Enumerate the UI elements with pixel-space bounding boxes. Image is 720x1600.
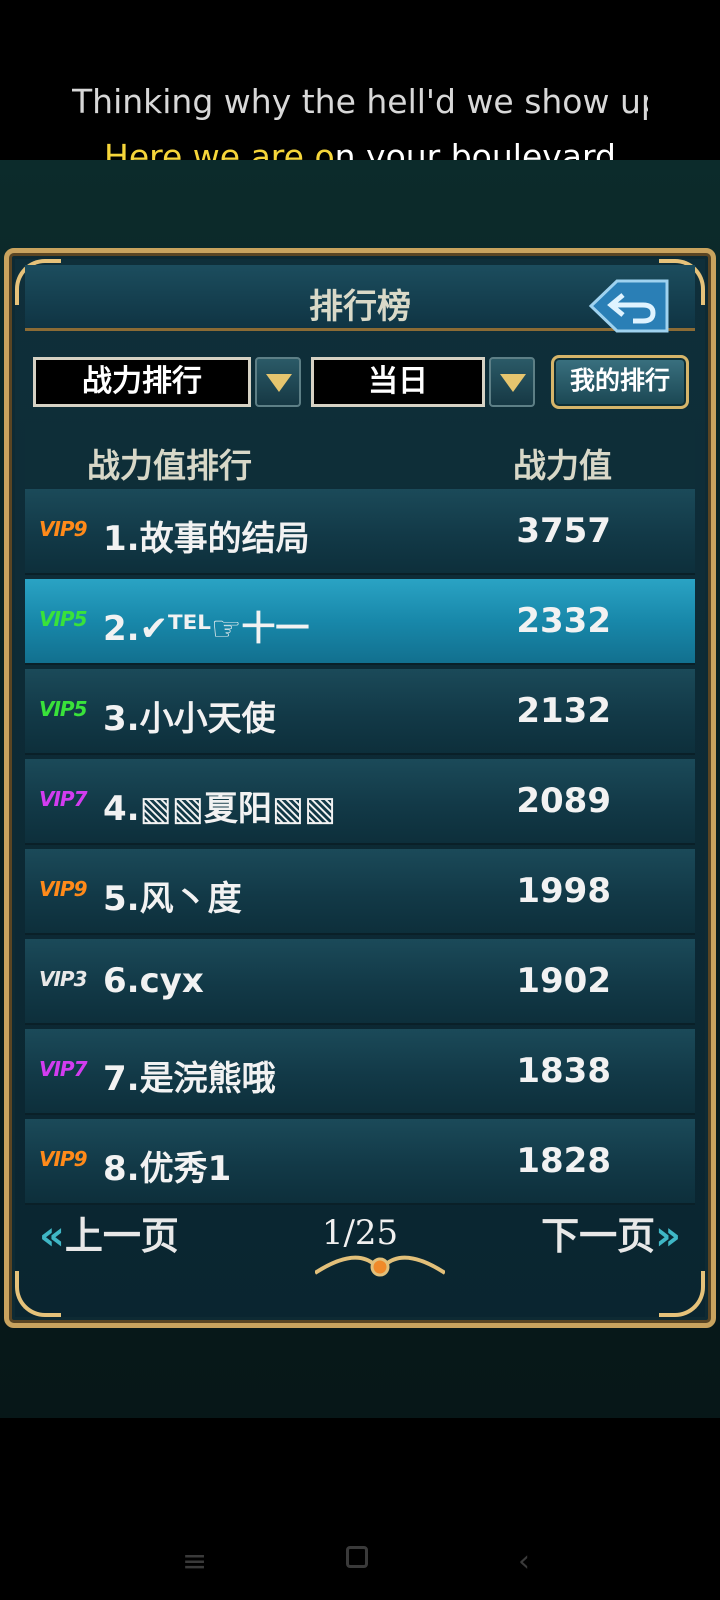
power-value: 1998: [516, 871, 611, 911]
power-value: 2332: [516, 601, 611, 641]
header-power: 战力值: [513, 446, 612, 485]
system-nav-bar: ≡ ‹: [0, 1418, 720, 1600]
ranking-row[interactable]: VIP7 4.▧▧夏阳▧▧ 2089: [25, 759, 695, 845]
ranking-row[interactable]: VIP7 7.是浣熊哦 1838: [25, 1029, 695, 1115]
power-value: 1838: [516, 1051, 611, 1091]
ranking-row[interactable]: VIP3 6.cyx 1902: [25, 939, 695, 1025]
header-rank: 战力值排行: [87, 446, 252, 485]
player-name: 5.风丶度: [103, 879, 242, 919]
gold-ornament-icon: [315, 1255, 445, 1277]
vip-badge: VIP9: [39, 517, 87, 541]
ranking-row[interactable]: VIP5 3.小小天使 2132: [25, 669, 695, 755]
player-name: 2.✔ᵀᴱᴸ☞十一: [103, 609, 310, 649]
lyric-line-1: Thinking why the hell'd we show up: [0, 82, 720, 121]
power-value: 1902: [516, 961, 611, 1001]
power-value: 2132: [516, 691, 611, 731]
ranking-row[interactable]: VIP9 5.风丶度 1998: [25, 849, 695, 935]
period-dropdown[interactable]: 当日: [311, 357, 485, 407]
player-name: 6.cyx: [103, 961, 204, 1001]
back-arrow-icon: [588, 279, 669, 333]
player-name: 1.故事的结局: [103, 519, 310, 559]
vip-badge: VIP7: [39, 1057, 87, 1081]
double-chevron-right-icon: »: [655, 1213, 681, 1259]
back-icon[interactable]: ‹: [518, 1544, 530, 1579]
back-arrow-button[interactable]: [587, 277, 671, 335]
vip-badge: VIP5: [39, 697, 87, 721]
player-name: 7.是浣熊哦: [103, 1059, 276, 1099]
home-icon[interactable]: [346, 1546, 368, 1568]
period-dropdown-arrow[interactable]: [489, 357, 535, 407]
ranking-row[interactable]: VIP5 2.✔ᵀᴱᴸ☞十一 2332: [25, 579, 695, 665]
corner-ornament: [659, 1271, 705, 1317]
vip-badge: VIP5: [39, 607, 87, 631]
vip-badge: VIP3: [39, 967, 87, 991]
category-dropdown[interactable]: 战力排行: [33, 357, 251, 407]
ranking-row[interactable]: VIP9 1.故事的结局 3757: [25, 489, 695, 575]
my-rank-button[interactable]: 我的排行: [551, 355, 689, 409]
vip-badge: VIP9: [39, 877, 87, 901]
leaderboard-panel: 排行榜 战力排行 当日 我的排行 战力值排行 战力值 VIP9 1.故事的结局 …: [4, 248, 716, 1328]
triangle-down-icon: [266, 374, 292, 392]
power-value: 3757: [516, 511, 611, 551]
vip-badge: VIP9: [39, 1147, 87, 1171]
category-dropdown-arrow[interactable]: [255, 357, 301, 407]
menu-icon[interactable]: ≡: [182, 1544, 207, 1579]
corner-ornament: [15, 1271, 61, 1317]
vip-badge: VIP7: [39, 787, 87, 811]
power-value: 2089: [516, 781, 611, 821]
triangle-down-icon: [500, 374, 526, 392]
ranking-list: VIP9 1.故事的结局 3757 VIP5 2.✔ᵀᴱᴸ☞十一 2332 VI…: [25, 489, 695, 1209]
player-name: 8.优秀1: [103, 1149, 232, 1189]
next-page-label: 下一页: [541, 1214, 656, 1258]
player-name: 4.▧▧夏阳▧▧: [103, 789, 337, 829]
player-name: 3.小小天使: [103, 699, 276, 739]
table-header: 战力值排行 战力值: [25, 423, 695, 487]
next-page-button[interactable]: 下一页»: [541, 1205, 681, 1260]
title-bar: 排行榜: [25, 265, 695, 333]
pager: «上一页 1/25 下一页»: [25, 1191, 695, 1277]
power-value: 1828: [516, 1141, 611, 1181]
lyric-line-1-text: Thinking why the hell'd we show up: [72, 82, 648, 121]
